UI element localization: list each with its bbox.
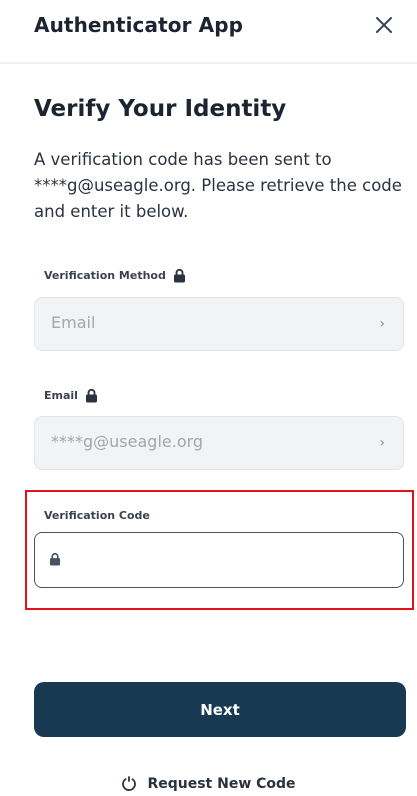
instruction-text: A verification code has been sent to ***… (34, 150, 402, 221)
email-select[interactable]: ****g@useagle.org › (34, 416, 404, 470)
lock-icon (85, 388, 97, 403)
close-icon (376, 17, 392, 33)
refresh-icon (122, 776, 137, 791)
email-label: Email (44, 388, 98, 403)
verification-code-label-text: Verification Code (44, 509, 150, 522)
next-button[interactable]: Next (34, 682, 406, 737)
verification-method-select[interactable]: Email › (34, 297, 404, 351)
verification-code-label: Verification Code (44, 509, 150, 522)
verification-method-value: Email (51, 313, 96, 332)
lock-icon (49, 552, 61, 566)
chevron-right-icon: › (379, 435, 385, 451)
request-new-code-label: Request New Code (147, 776, 296, 792)
lock-icon (173, 268, 185, 283)
request-new-code-link[interactable]: Request New Code (0, 776, 417, 792)
email-value: ****g@useagle.org (51, 432, 204, 451)
email-label-text: Email (44, 389, 78, 402)
close-button[interactable] (373, 14, 395, 36)
verification-method-label: Verification Method (44, 268, 186, 283)
modal-header: Authenticator App (0, 0, 417, 64)
verification-code-field[interactable] (34, 532, 404, 588)
verification-code-input[interactable] (71, 533, 395, 587)
modal-title: Authenticator App (34, 13, 244, 37)
chevron-right-icon: › (379, 316, 385, 332)
next-button-label: Next (200, 700, 240, 719)
verification-method-label-text: Verification Method (44, 269, 166, 282)
page-title: Verify Your Identity (34, 96, 287, 122)
